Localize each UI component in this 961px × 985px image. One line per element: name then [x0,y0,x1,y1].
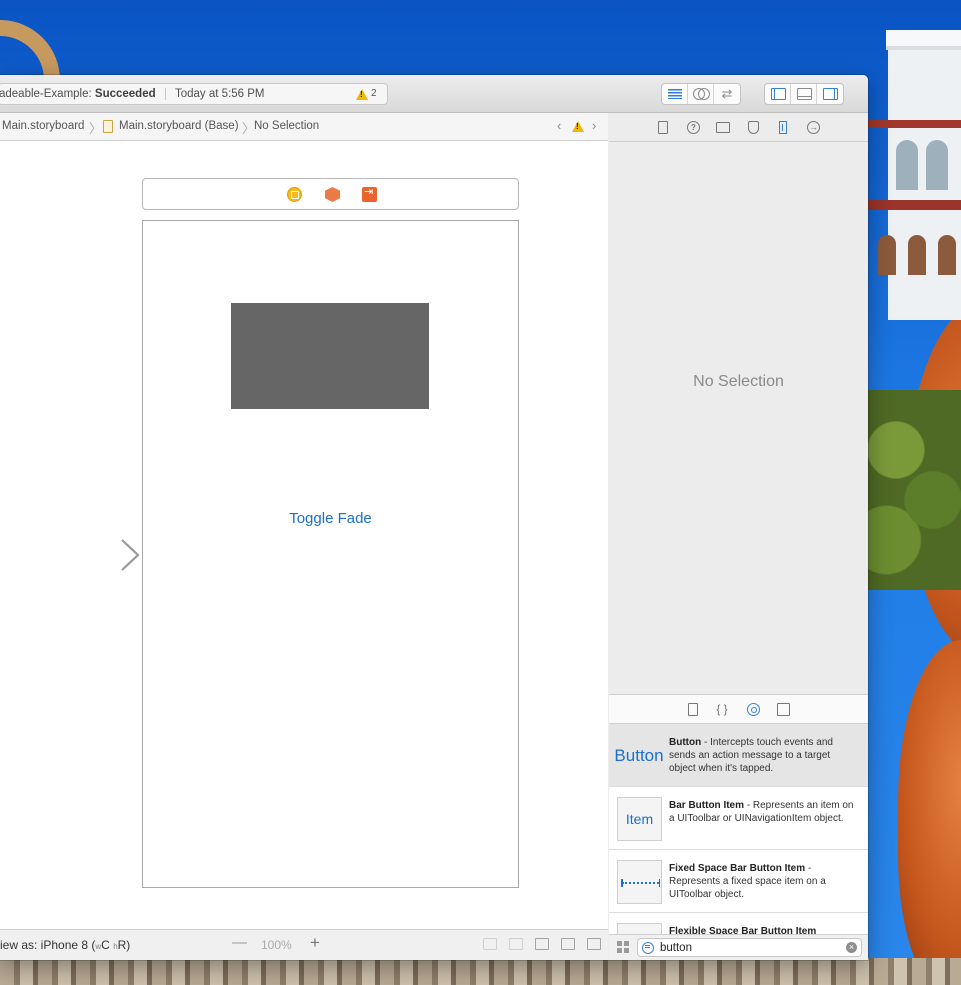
utilities-pane: ? → No Selection { } Button Button - Int… [609,113,868,960]
view-controller-scene[interactable]: Toggle Fade [142,220,519,888]
fixed-space-icon [621,879,660,887]
background-building [868,0,961,985]
attributes-inspector-icon[interactable] [748,121,759,134]
connections-inspector-icon[interactable]: → [807,121,820,134]
zoom-level[interactable]: 100% [261,938,292,952]
utilities-toggle-button[interactable] [817,84,843,104]
storyboard-editor: Main.storyboard 〉 Main.storyboard (Base)… [0,113,608,960]
editor-standard-button[interactable] [662,84,688,104]
first-responder-icon[interactable] [325,187,340,202]
interface-builder-canvas[interactable]: Toggle Fade [0,141,608,929]
breadcrumb-selection[interactable]: No Selection [254,120,319,132]
editor-version-icon: ⇄ [721,86,733,101]
object-library-list: Button Button - Intercepts touch events … [609,724,868,934]
editor-bottom-bar: iew as: iPhone 8 (wC hR) — 100% + [0,929,608,960]
build-status-text: adeable-Example: Succeeded [0,88,156,100]
activity-separator [165,88,166,100]
entry-point-arrow[interactable] [42,538,142,572]
inspector-empty-state: No Selection [693,373,784,390]
breadcrumb-storyboard-file[interactable]: Main.storyboard [2,120,84,132]
editor-mode-control: ⇄ [661,83,741,105]
library-item-description: Flexible Space Bar Button Item [669,926,817,934]
fixed-space-thumbnail [617,860,662,904]
breadcrumb-chevron-icon: 〉 [89,121,103,136]
zoom-out-button[interactable]: — [232,934,247,951]
library-item-description: Button - Intercepts touch events and sen… [669,737,833,774]
editor-assistant-button[interactable] [688,84,714,104]
library-filter-bar: × [609,934,868,960]
storyboard-file-icon [103,120,113,133]
library-item-description: Fixed Space Bar Button Item - Represents… [669,863,826,900]
editor-version-button[interactable]: ⇄ [714,84,740,104]
navigator-toggle-icon [771,88,786,100]
button-thumbnail: Button [614,746,664,765]
align-icon[interactable] [535,938,549,950]
build-timestamp: Today at 5:56 PM [175,88,265,100]
object-library-icon[interactable] [747,703,760,716]
view-as-device-button[interactable]: iew as: iPhone 8 (wC hR) [0,938,130,952]
clear-icon[interactable]: × [846,942,857,953]
warning-icon[interactable] [572,121,584,132]
debug-area-toggle-icon [797,88,812,100]
jump-bar: Main.storyboard 〉 Main.storyboard (Base)… [0,113,608,141]
flexible-space-thumbnail [617,923,662,934]
media-library-icon[interactable] [777,703,790,716]
library-item-description: Bar Button Item - Represents an item on … [669,800,854,824]
library-item-fixed-space[interactable]: Fixed Space Bar Button Item - Represents… [609,850,868,913]
view-toggle-control [764,83,844,105]
update-frames-icon[interactable] [509,938,523,950]
grid-view-icon[interactable] [617,941,629,953]
previous-issue-button[interactable]: ‹ [557,118,561,133]
library-filter-input[interactable] [637,938,862,957]
inspector-tab-bar: ? → [609,113,868,142]
size-inspector-icon[interactable] [779,121,787,134]
file-template-icon[interactable] [688,703,698,716]
library-item-bar-button-item[interactable]: Item Bar Button Item - Represents an ite… [609,787,868,850]
identity-inspector-icon[interactable] [716,122,730,133]
warning-icon [356,88,368,100]
scene-dock[interactable] [142,178,519,210]
exit-icon[interactable] [362,185,377,202]
code-snippet-icon[interactable]: { } [716,703,728,716]
view-controller-icon[interactable] [287,187,302,202]
warning-indicator[interactable]: 2 [356,84,377,104]
library-item-flexible-space[interactable]: Flexible Space Bar Button Item [609,913,868,934]
placeholder-view[interactable] [231,303,429,409]
xcode-window: adeable-Example: Succeeded Today at 5:56… [0,75,868,960]
window-toolbar: adeable-Example: Succeeded Today at 5:56… [0,75,868,113]
background-pot-large [898,640,961,985]
utilities-toggle-icon [823,88,838,100]
bar-button-item-thumbnail: Item [617,797,662,841]
toggle-fade-button[interactable]: Toggle Fade [143,510,518,527]
debug-area-toggle-button[interactable] [791,84,817,104]
activity-viewer[interactable]: adeable-Example: Succeeded Today at 5:56… [0,83,388,105]
file-inspector-icon[interactable] [658,121,668,134]
zoom-in-button[interactable]: + [310,933,320,953]
warning-count: 2 [371,88,377,99]
next-issue-button[interactable]: › [592,118,596,133]
build-result: Succeeded [94,88,156,100]
navigator-toggle-button[interactable] [765,84,791,104]
embed-in-stack-icon[interactable] [483,938,497,950]
quick-help-icon[interactable]: ? [687,121,700,134]
editor-standard-icon [668,89,682,99]
add-constraints-icon[interactable] [561,938,575,950]
filter-icon [642,942,654,954]
library-tab-bar: { } [609,694,868,724]
breadcrumb-storyboard-base[interactable]: Main.storyboard (Base) [119,120,239,132]
background-ground [0,958,961,985]
resolve-auto-layout-icon[interactable] [587,938,601,950]
library-item-button[interactable]: Button Button - Intercepts touch events … [609,724,868,787]
